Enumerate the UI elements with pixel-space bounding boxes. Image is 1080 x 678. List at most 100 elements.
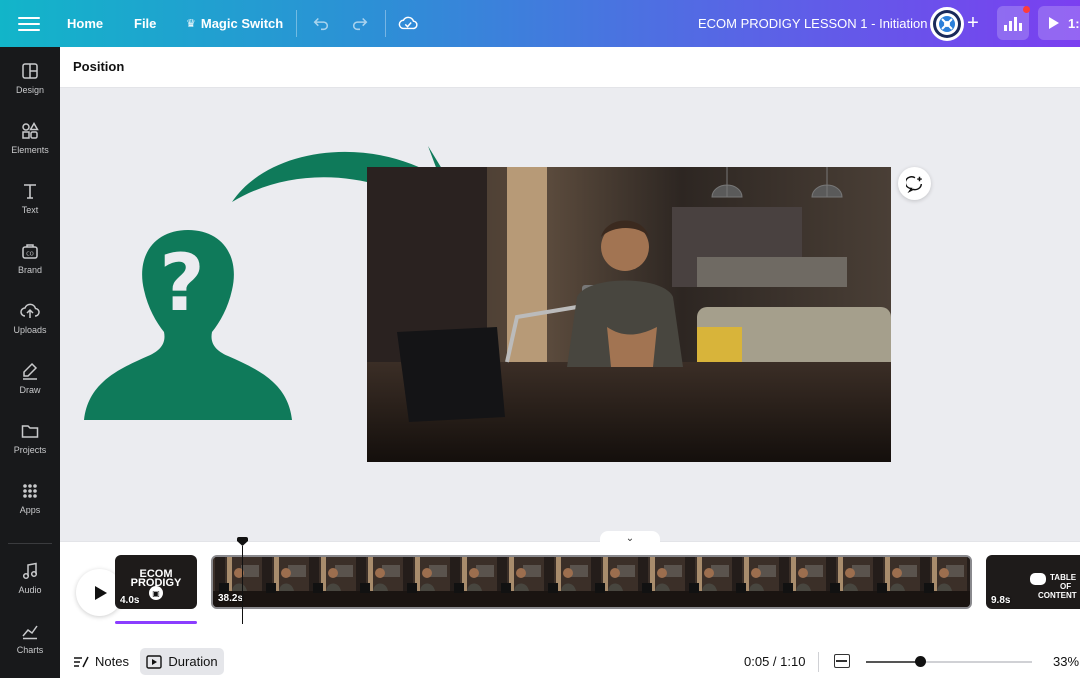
notes-icon	[74, 656, 89, 667]
svg-text:?: ?	[159, 239, 204, 329]
filmstrip-frame	[542, 557, 589, 607]
filmstrip-frame	[824, 557, 871, 607]
context-toolbar: Position	[60, 47, 1080, 88]
filmstrip-frame	[730, 557, 777, 607]
timeline-clip-table-of-content[interactable]: TABLE OF CONTENT 9.8s	[986, 555, 1080, 609]
notification-dot	[1023, 6, 1030, 13]
elements-icon	[22, 122, 39, 139]
add-comment-button[interactable]	[898, 167, 931, 200]
lock-icon: ▣	[149, 586, 163, 600]
clip-title-line: TABLE	[1050, 573, 1077, 582]
magic-switch-button[interactable]: ♛ Magic Switch	[186, 0, 283, 47]
comment-plus-icon	[905, 175, 922, 193]
sidebar-item-apps[interactable]: Apps	[0, 469, 60, 527]
filmstrip-frame	[871, 557, 918, 607]
filmstrip-frame	[448, 557, 495, 607]
sidebar-item-label: Design	[15, 85, 44, 95]
notes-button[interactable]: Notes	[73, 649, 129, 674]
grid-view-icon[interactable]	[834, 654, 850, 668]
hand-icon	[1030, 573, 1046, 585]
brand-icon: CO	[22, 244, 38, 259]
sidebar-item-draw[interactable]: Draw	[0, 349, 60, 407]
sidebar-item-brand[interactable]: CO Brand	[0, 229, 60, 287]
document-title[interactable]: ECOM PRODIGY LESSON 1 - Initiation	[698, 0, 928, 47]
sidebar-item-label: Projects	[13, 445, 47, 455]
clip-title-line: OF	[1060, 582, 1072, 591]
video-filmstrip	[213, 557, 970, 607]
present-duration: 1:	[1068, 15, 1080, 31]
redo-icon[interactable]	[349, 12, 371, 34]
projects-icon	[21, 425, 39, 438]
filmstrip-frame	[965, 557, 970, 607]
filmstrip-frame	[636, 557, 683, 607]
clip-duration: 9.8s	[991, 595, 1011, 606]
crown-icon: ♛	[186, 18, 196, 30]
sidebar-item-design[interactable]: Design	[0, 49, 60, 107]
menu-icon[interactable]	[18, 13, 40, 33]
video-frame[interactable]	[367, 167, 891, 462]
collapse-timeline-icon[interactable]: ⌄	[600, 531, 660, 545]
position-button[interactable]: Position	[73, 59, 124, 74]
footer-divider	[818, 652, 819, 672]
filmstrip-frame	[401, 557, 448, 607]
filmstrip-frame	[495, 557, 542, 607]
timeline-clip-video[interactable]: 38.2s	[211, 555, 972, 609]
magic-switch-label: Magic Switch	[200, 16, 284, 31]
add-collaborator-icon[interactable]: +	[965, 12, 981, 34]
duration-label: Duration	[168, 654, 218, 669]
sidebar-item-audio[interactable]: Audio	[0, 549, 60, 607]
clip-duration: 4.0s	[120, 595, 140, 606]
video-thumbnail	[367, 167, 891, 462]
design-icon	[22, 63, 38, 79]
apps-icon	[23, 484, 37, 498]
zoom-percentage[interactable]: 33%	[1053, 654, 1079, 669]
sidebar-item-label: Apps	[19, 505, 41, 515]
sidebar-item-label: Brand	[17, 265, 43, 275]
sidebar-divider	[8, 543, 52, 544]
home-menu[interactable]: Home	[67, 0, 103, 47]
svg-text:CO: CO	[26, 252, 33, 258]
clip-duration: 38.2s	[218, 593, 244, 604]
cloud-saved-icon[interactable]	[397, 12, 419, 34]
clip-title-line: CONTENT	[1038, 591, 1077, 600]
top-bar: Home File ♛ Magic Switch ECOM PRODIGY LE…	[0, 0, 1080, 47]
sidebar-item-elements[interactable]: Elements	[0, 109, 60, 167]
sidebar-item-label: Elements	[11, 145, 49, 155]
sidebar-item-label: Audio	[18, 585, 42, 595]
audio-icon	[22, 562, 38, 580]
unknown-person-icon[interactable]: ?	[82, 224, 294, 424]
present-button[interactable]: 1:	[1038, 6, 1080, 40]
toolbar-divider	[296, 10, 297, 37]
duration-button[interactable]: Duration	[140, 648, 224, 675]
time-readout: 0:05 / 1:10	[744, 654, 806, 669]
uploads-icon	[20, 303, 40, 318]
clip-progress-bar	[115, 621, 197, 624]
filmstrip-frame	[307, 557, 354, 607]
sidebar-item-label: Draw	[19, 385, 41, 395]
toolbar-divider	[385, 10, 386, 37]
sidebar-item-label: Uploads	[13, 325, 47, 335]
filmstrip-frame	[354, 557, 401, 607]
sidebar-item-uploads[interactable]: Uploads	[0, 289, 60, 347]
filmstrip-frame	[589, 557, 636, 607]
avatar[interactable]	[930, 7, 964, 41]
sidebar-item-text[interactable]: Text	[0, 169, 60, 227]
notes-label: Notes	[95, 654, 129, 669]
draw-icon	[23, 362, 38, 380]
charts-icon	[22, 625, 38, 640]
file-menu[interactable]: File	[134, 0, 156, 47]
text-icon	[24, 184, 36, 199]
sidebar-item-projects[interactable]: Projects	[0, 409, 60, 467]
timeline-clip-intro[interactable]: ECOM PRODIGY ▣ 4.0s	[115, 555, 197, 609]
left-sidebar: Design Elements Text CO Brand Uploads Dr…	[0, 47, 60, 678]
undo-icon[interactable]	[310, 12, 332, 34]
filmstrip-frame	[260, 557, 307, 607]
filmstrip-frame	[777, 557, 824, 607]
zoom-slider-fill	[866, 661, 921, 663]
playhead[interactable]	[242, 546, 243, 624]
sidebar-item-label: Charts	[16, 645, 44, 655]
sidebar-item-label: Text	[21, 205, 39, 215]
sidebar-item-charts[interactable]: Charts	[0, 609, 60, 667]
playhead-handle-icon[interactable]	[237, 537, 248, 546]
duration-icon	[146, 654, 163, 669]
